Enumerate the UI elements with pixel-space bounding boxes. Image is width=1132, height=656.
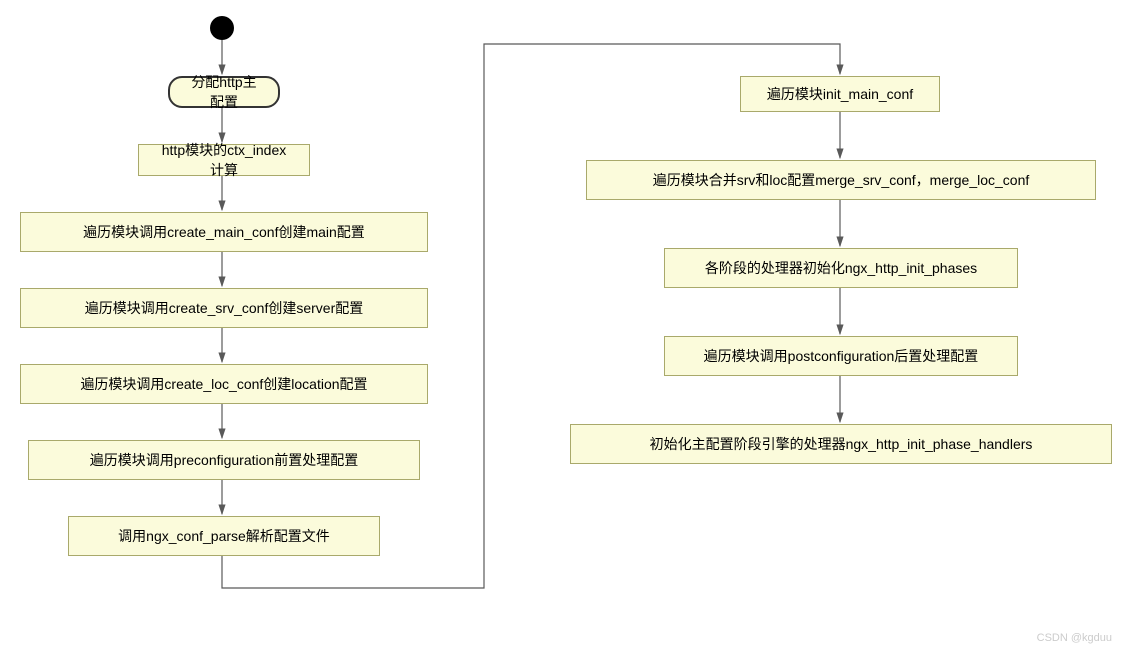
node-conf-parse: 调用ngx_conf_parse解析配置文件 (68, 516, 380, 556)
node-postconfiguration: 遍历模块调用postconfiguration后置处理配置 (664, 336, 1018, 376)
node-label: 遍历模块调用create_loc_conf创建location配置 (80, 374, 367, 394)
node-ctx-index: http模块的ctx_index计算 (138, 144, 310, 176)
node-label: 各阶段的处理器初始化ngx_http_init_phases (705, 258, 977, 278)
watermark: CSDN @kgduu (1037, 632, 1112, 644)
node-preconfiguration: 遍历模块调用preconfiguration前置处理配置 (28, 440, 420, 480)
node-init-main-conf: 遍历模块init_main_conf (740, 76, 940, 112)
node-label: 遍历模块合并srv和loc配置merge_srv_conf，merge_loc_… (653, 170, 1030, 190)
start-node (210, 16, 234, 40)
node-label: 遍历模块init_main_conf (767, 84, 913, 104)
node-merge-conf: 遍历模块合并srv和loc配置merge_srv_conf，merge_loc_… (586, 160, 1096, 200)
node-label: 调用ngx_conf_parse解析配置文件 (118, 526, 330, 546)
node-create-loc-conf: 遍历模块调用create_loc_conf创建location配置 (20, 364, 428, 404)
node-label: 遍历模块调用preconfiguration前置处理配置 (90, 450, 358, 470)
node-init-phase-handlers: 初始化主配置阶段引擎的处理器ngx_http_init_phase_handle… (570, 424, 1112, 464)
node-create-main-conf: 遍历模块调用create_main_conf创建main配置 (20, 212, 428, 252)
node-label: 遍历模块调用create_srv_conf创建server配置 (85, 298, 364, 318)
node-create-srv-conf: 遍历模块调用create_srv_conf创建server配置 (20, 288, 428, 328)
node-label: 遍历模块调用create_main_conf创建main配置 (83, 222, 365, 242)
node-allocate-http: 分配http主配置 (168, 76, 280, 108)
node-label: 分配http主配置 (186, 72, 262, 112)
node-label: 遍历模块调用postconfiguration后置处理配置 (704, 346, 979, 366)
node-label: http模块的ctx_index计算 (155, 140, 293, 180)
node-init-phases: 各阶段的处理器初始化ngx_http_init_phases (664, 248, 1018, 288)
node-label: 初始化主配置阶段引擎的处理器ngx_http_init_phase_handle… (650, 434, 1033, 454)
